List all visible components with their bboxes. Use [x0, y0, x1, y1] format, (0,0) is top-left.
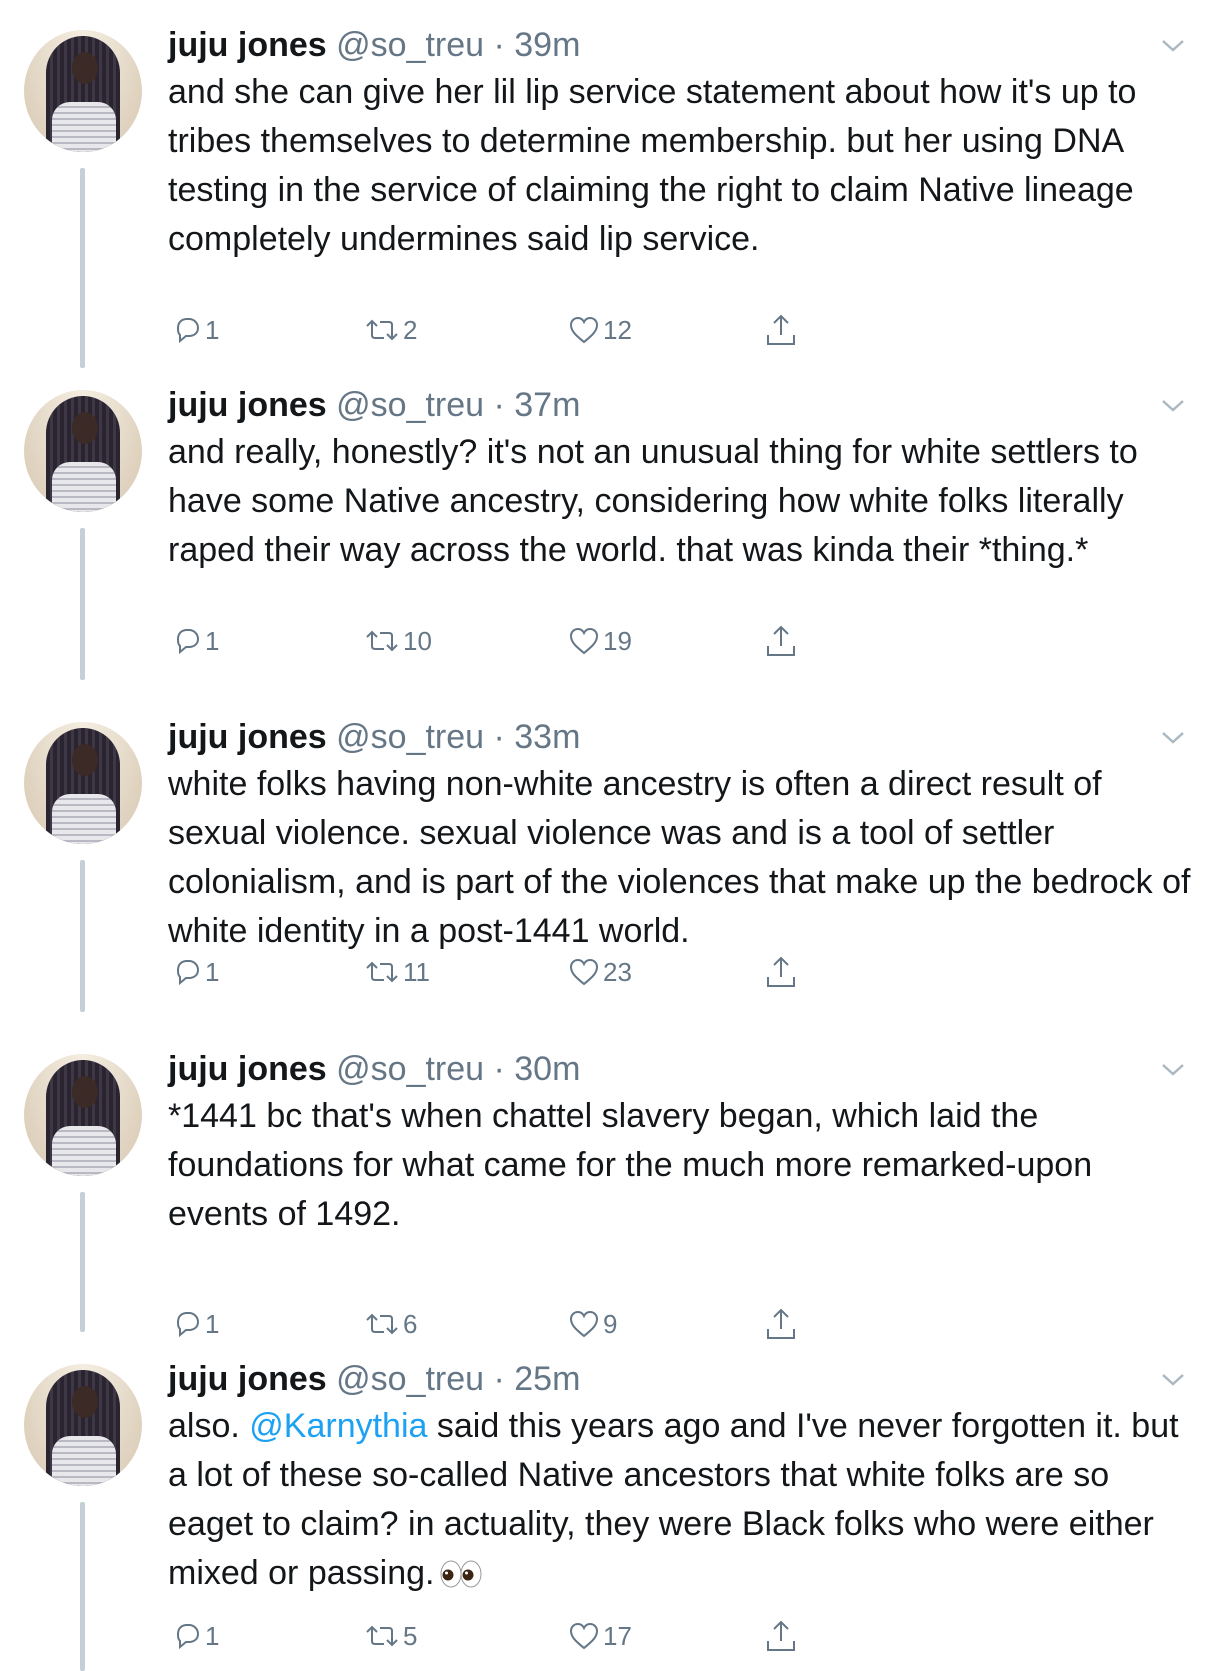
tweet-text: white folks having non-white ancestry is… [168, 765, 1191, 950]
reply-count: 1 [205, 314, 220, 345]
avatar[interactable] [24, 30, 142, 152]
like-count: 19 [603, 625, 632, 656]
tweet-text: *1441 bc that's when chattel slavery beg… [168, 1097, 1093, 1233]
like-button[interactable]: 12 [568, 310, 632, 350]
share-icon [764, 1619, 798, 1653]
retweet-count: 5 [403, 1620, 418, 1651]
retweet-icon [364, 626, 400, 656]
tweet-text-part: also. [168, 1407, 250, 1445]
tweet[interactable]: juju jones @so_treu · 37m and really, ho… [0, 360, 1214, 690]
reply-icon [172, 1621, 202, 1651]
display-name[interactable]: juju jones [168, 1360, 327, 1398]
avatar[interactable] [24, 390, 142, 512]
retweet-icon [364, 315, 400, 345]
tweet-actions: 1 5 17 [168, 1616, 808, 1656]
retweet-count: 11 [403, 956, 430, 987]
reply-count: 1 [205, 625, 220, 656]
reply-icon [172, 626, 202, 656]
tweet-header: juju jones @so_treu · 39m [168, 22, 1168, 68]
handle[interactable]: @so_treu [336, 718, 484, 756]
avatar[interactable] [24, 722, 142, 844]
avatar[interactable] [24, 1054, 142, 1176]
tweet-actions: 1 10 19 [168, 621, 808, 661]
reply-button[interactable]: 1 [172, 1616, 219, 1656]
like-count: 17 [603, 1620, 632, 1651]
timestamp[interactable]: · 30m [484, 1050, 581, 1088]
tweet-text: also. @Karnythia said this years ago and… [168, 1402, 1198, 1602]
tweet-text: and she can give her lil lip service sta… [168, 73, 1137, 258]
handle[interactable]: @so_treu [336, 26, 484, 64]
chevron-down-icon[interactable] [1160, 396, 1186, 416]
share-button[interactable] [764, 621, 798, 661]
timestamp[interactable]: · 25m [484, 1360, 581, 1398]
like-button[interactable]: 17 [568, 1616, 632, 1656]
tweet-text: and really, honestly? it's not an unusua… [168, 433, 1138, 569]
retweet-button[interactable]: 5 [364, 1616, 417, 1656]
like-button[interactable]: 19 [568, 621, 632, 661]
like-count: 12 [603, 314, 632, 345]
retweet-count: 2 [403, 314, 418, 345]
display-name[interactable]: juju jones [168, 386, 327, 424]
tweet[interactable]: juju jones @so_treu · 30m *1441 bc that'… [0, 1024, 1214, 1344]
reply-button[interactable]: 1 [172, 310, 219, 350]
retweet-button[interactable]: 10 [364, 621, 432, 661]
heart-icon [568, 1621, 600, 1651]
reply-count: 1 [205, 1620, 220, 1651]
retweet-button[interactable]: 11 [364, 952, 430, 992]
retweet-button[interactable]: 2 [364, 310, 417, 350]
reply-button[interactable]: 1 [172, 952, 219, 992]
share-button[interactable] [764, 952, 798, 992]
reply-count: 1 [205, 956, 220, 987]
retweet-icon [364, 1621, 400, 1651]
display-name[interactable]: juju jones [168, 1050, 327, 1088]
thread-line [80, 1192, 85, 1332]
thread-line [80, 1502, 85, 1671]
handle[interactable]: @so_treu [336, 386, 484, 424]
share-button[interactable] [764, 1616, 798, 1656]
retweet-icon [364, 957, 400, 987]
display-name[interactable]: juju jones [168, 26, 327, 64]
chevron-down-icon[interactable] [1160, 1370, 1186, 1390]
tweet-header: juju jones @so_treu · 25m [168, 1356, 1168, 1402]
thread-line [80, 168, 85, 368]
tweet-actions: 1 11 23 [168, 952, 808, 992]
chevron-down-icon[interactable] [1160, 1060, 1186, 1080]
tweet-header: juju jones @so_treu · 33m [168, 714, 1168, 760]
share-icon [764, 624, 798, 658]
share-button[interactable] [764, 310, 798, 350]
heart-icon [568, 315, 600, 345]
heart-icon [568, 957, 600, 987]
share-icon [764, 955, 798, 989]
chevron-down-icon[interactable] [1160, 728, 1186, 748]
thread-line [80, 528, 85, 680]
tweet-header: juju jones @so_treu · 37m [168, 382, 1168, 428]
handle[interactable]: @so_treu [336, 1050, 484, 1088]
tweet-header: juju jones @so_treu · 30m [168, 1046, 1168, 1092]
timestamp[interactable]: · 33m [484, 718, 581, 756]
tweet[interactable]: juju jones @so_treu · 33m white folks ha… [0, 692, 1214, 1022]
timestamp[interactable]: · 39m [484, 26, 581, 64]
tweet[interactable]: juju jones @so_treu · 25m also. @Karnyth… [0, 1334, 1214, 1671]
reply-button[interactable]: 1 [172, 621, 219, 661]
reply-icon [172, 957, 202, 987]
tweet-thread: juju jones @so_treu · 39m and she can gi… [0, 0, 1214, 1671]
like-button[interactable]: 23 [568, 952, 632, 992]
timestamp[interactable]: · 37m [484, 386, 581, 424]
tweet[interactable]: juju jones @so_treu · 39m and she can gi… [0, 0, 1214, 370]
handle[interactable]: @so_treu [336, 1360, 484, 1398]
reply-icon [172, 315, 202, 345]
display-name[interactable]: juju jones [168, 718, 327, 756]
like-count: 23 [603, 956, 632, 987]
thread-line [80, 860, 85, 1012]
chevron-down-icon[interactable] [1160, 36, 1186, 56]
tweet-actions: 1 2 12 [168, 310, 808, 350]
share-icon [764, 313, 798, 347]
mention-link[interactable]: @Karnythia [249, 1407, 427, 1445]
heart-icon [568, 626, 600, 656]
retweet-count: 10 [403, 625, 432, 656]
eyes-emoji [440, 1553, 482, 1602]
avatar[interactable] [24, 1364, 142, 1486]
